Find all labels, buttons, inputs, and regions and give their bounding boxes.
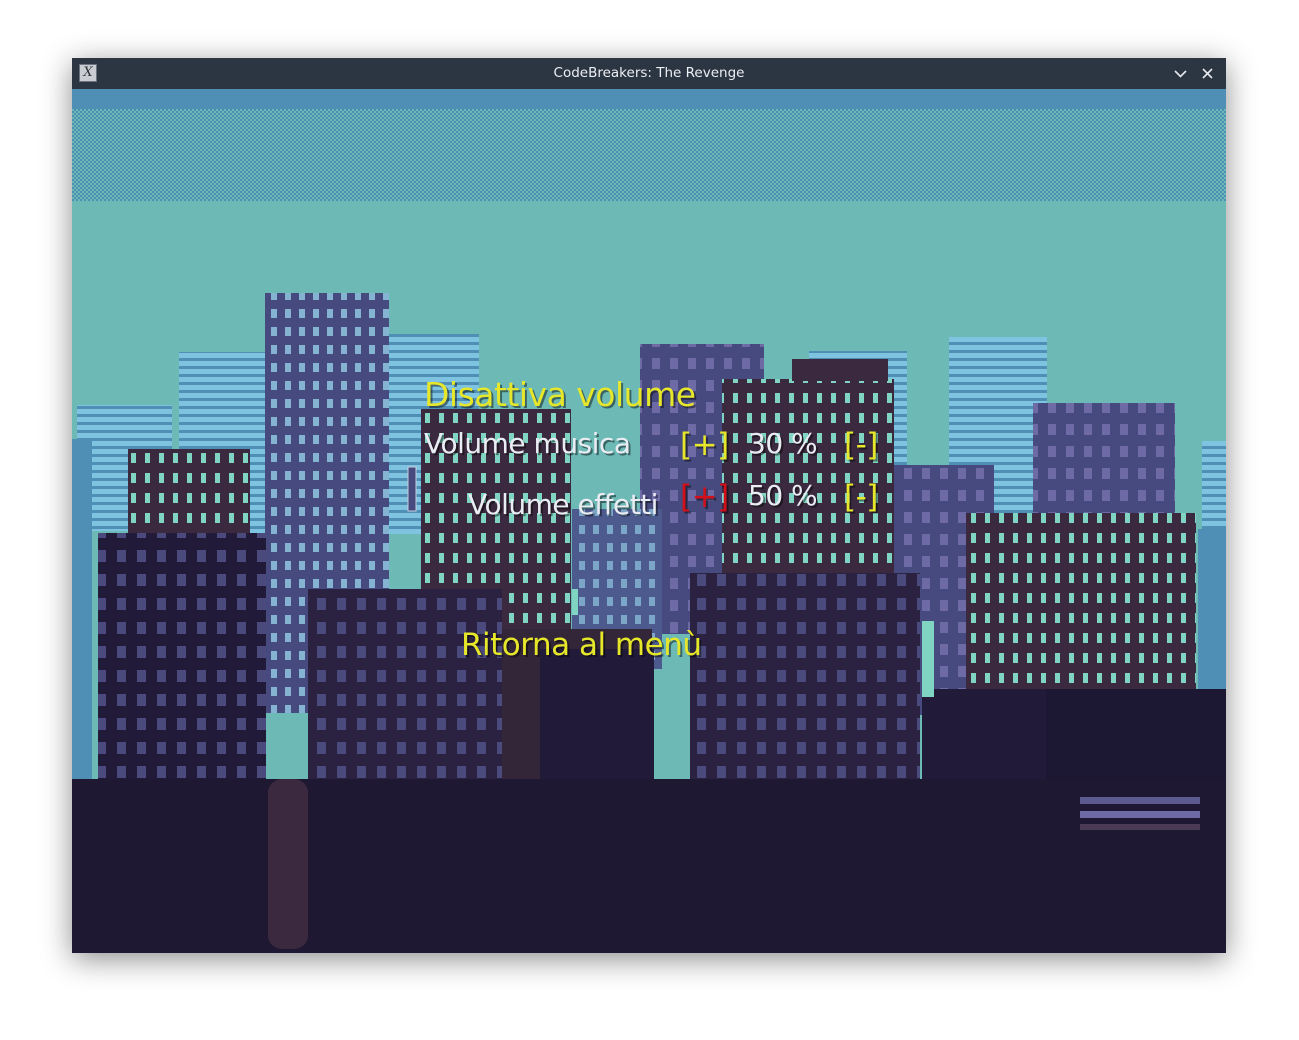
effects-volume-increase-button[interactable]: [+]	[680, 479, 729, 515]
music-volume-label: Volume musica	[424, 427, 631, 460]
city-skyline-background	[72, 89, 1226, 953]
effects-volume-label: Volume effetti	[468, 488, 658, 521]
minimize-button[interactable]	[1170, 63, 1191, 84]
music-volume-value: 30 %	[748, 427, 818, 460]
game-window: X CodeBreakers: The Revenge Disattiva vo…	[72, 58, 1226, 953]
game-viewport: Disattiva volume Volume musica [+] 30 % …	[72, 89, 1226, 953]
music-volume-increase-button[interactable]: [+]	[680, 427, 729, 463]
effects-volume-value: 50 %	[748, 479, 818, 512]
close-button[interactable]	[1197, 63, 1218, 84]
effects-volume-decrease-button[interactable]: [-]	[844, 479, 878, 515]
mute-volume-option[interactable]: Disattiva volume	[424, 375, 696, 414]
chevron-down-icon	[1174, 70, 1187, 78]
return-to-menu-option[interactable]: Ritorna al menù	[461, 627, 702, 663]
music-volume-decrease-button[interactable]: [-]	[844, 427, 878, 463]
window-title: CodeBreakers: The Revenge	[553, 65, 745, 81]
title-bar[interactable]: X CodeBreakers: The Revenge	[72, 58, 1226, 89]
close-icon	[1202, 68, 1213, 79]
